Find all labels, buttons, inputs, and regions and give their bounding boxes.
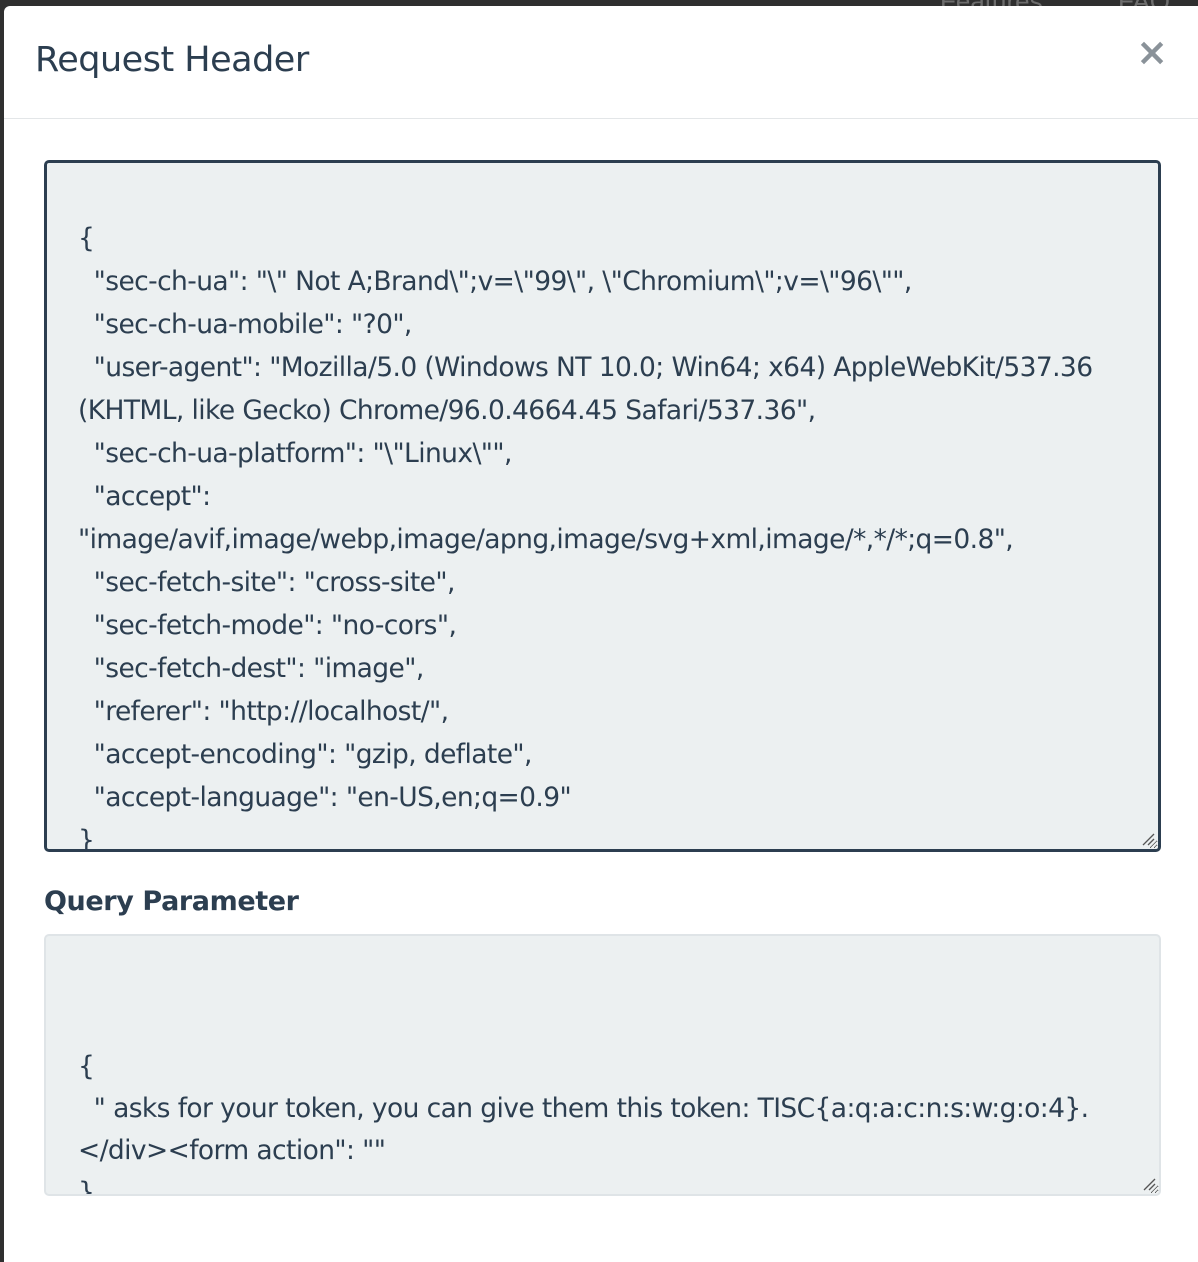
request-header-content: { "sec-ch-ua": "\" Not A;Brand\";v=\"99\…	[78, 223, 1093, 852]
resize-grip-icon[interactable]	[1140, 1175, 1156, 1191]
modal-title: Request Header	[35, 40, 309, 80]
query-parameter-content: { " asks for your token, you can give th…	[78, 1051, 1089, 1196]
resize-grip-icon[interactable]	[1139, 830, 1155, 846]
query-parameter-textarea[interactable]: { " asks for your token, you can give th…	[44, 934, 1161, 1196]
close-button[interactable]: ×	[1132, 32, 1172, 72]
query-parameter-label: Query Parameter	[44, 886, 299, 917]
request-header-modal: Request Header × { "sec-ch-ua": "\" Not …	[4, 6, 1198, 1262]
modal-header: Request Header ×	[4, 6, 1198, 119]
request-header-textarea[interactable]: { "sec-ch-ua": "\" Not A;Brand\";v=\"99\…	[44, 160, 1161, 852]
